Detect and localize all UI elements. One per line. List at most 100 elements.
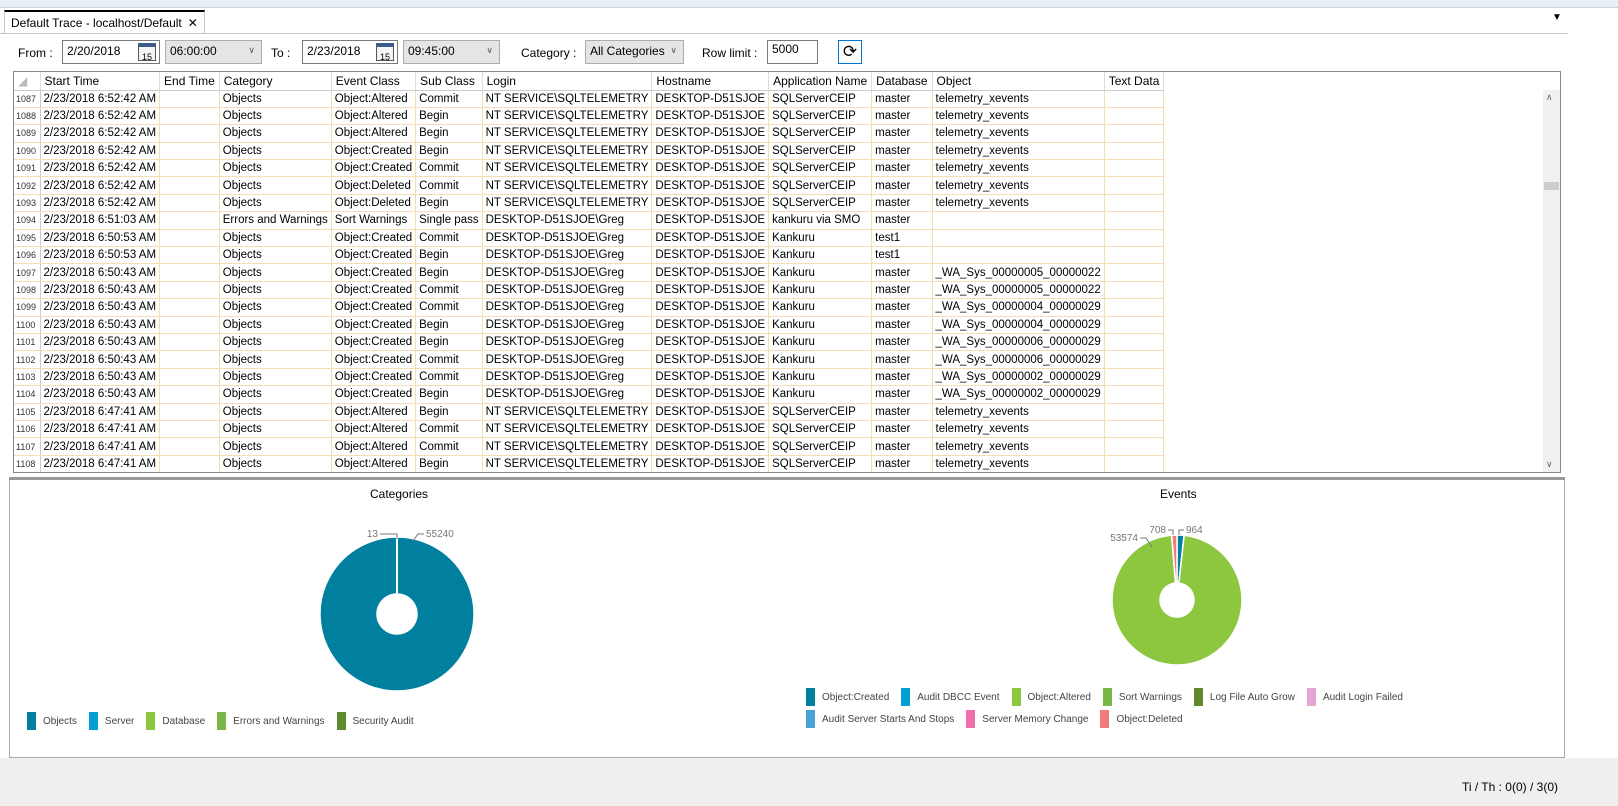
column-header[interactable]: Object [932,72,1105,91]
column-header[interactable]: Start Time [40,72,161,91]
legend-swatch [806,710,815,728]
table-cell: DESKTOP-D51SJOE\Greg [482,350,653,369]
table-cell [1104,333,1165,352]
table-cell: Sort Warnings [331,211,417,230]
column-header[interactable]: Hostname [651,72,770,91]
row-limit-input[interactable]: 5000 [767,40,818,64]
column-header[interactable]: Event Class [331,72,417,91]
legend-item[interactable]: Server [88,710,134,732]
table-cell [159,403,220,421]
table-cell: Begin [415,455,483,472]
legend-item[interactable]: Server Memory Change [966,708,1088,730]
table-row[interactable]: 1102 2/23/2018 6:50:43 AM Objects Object:Cr… [14,350,1165,369]
donut-hole [377,594,417,634]
legend-item[interactable]: Security Audit [336,710,414,732]
table-cell: 2/23/2018 6:47:41 AM [40,403,161,421]
close-icon[interactable]: ✕ [188,16,198,30]
table-row[interactable]: 1104 2/23/2018 6:50:43 AM Objects Object:Cr… [14,385,1165,404]
table-cell: Kankuru [768,385,873,404]
legend-item[interactable]: Object:Altered [1011,686,1091,708]
calendar-icon[interactable]: 15 [376,43,394,62]
from-label: From : [18,46,53,60]
tab-menu-dropdown-icon[interactable]: ▼ [1552,12,1562,23]
table-cell: 2/23/2018 6:50:43 AM [40,281,161,300]
legend-item[interactable]: Database [146,710,205,732]
to-date-field[interactable]: 2/23/2018 15 [302,40,398,64]
table-cell: Commit [415,159,483,178]
table-row[interactable]: 1089 2/23/2018 6:52:42 AM Objects Object:Al… [14,124,1165,143]
legend-label: Log File Auto Grow [1209,691,1295,703]
table-row[interactable]: 1098 2/23/2018 6:50:43 AM Objects Object:Cr… [14,281,1165,300]
vertical-scrollbar[interactable]: ∧ ∨ [1543,90,1560,472]
table-cell: 2/23/2018 6:50:43 AM [40,350,161,369]
legend-item[interactable]: Errors and Warnings [217,710,325,732]
table-row[interactable]: 1099 2/23/2018 6:50:43 AM Objects Object:Cr… [14,298,1165,317]
table-cell: Objects [219,385,332,404]
table-row[interactable]: 1106 2/23/2018 6:47:41 AM Objects Object:Al… [14,420,1165,439]
table-row[interactable]: 1103 2/23/2018 6:50:43 AM Objects Object:Cr… [14,368,1165,387]
from-date-field[interactable]: 2/20/2018 15 [62,40,160,64]
table-cell: SQLServerCEIP [768,403,873,421]
legend-item[interactable]: Object:Deleted [1100,708,1183,730]
column-header[interactable]: Text Data [1104,72,1165,91]
column-header[interactable]: Application Name [768,72,873,91]
table-row[interactable]: 1094 2/23/2018 6:51:03 AM Errors and Warni… [14,211,1165,230]
refresh-button[interactable]: ⟳ [838,40,862,64]
table-row[interactable]: 1096 2/23/2018 6:50:53 AM Objects Object:Cr… [14,246,1165,265]
legend-item[interactable]: Audit Server Starts And Stops [806,708,954,730]
legend-label: Audit Server Starts And Stops [822,713,955,725]
legend-item[interactable]: Audit DBCC Event [901,686,1000,708]
tab-default-trace[interactable]: Default Trace - localhost/Default ✕ [4,10,205,34]
table-cell: Objects [219,229,332,248]
legend-label: Object:Altered [1027,691,1091,703]
table-row[interactable]: 1100 2/23/2018 6:50:43 AM Objects Object:Cr… [14,316,1165,334]
table-row[interactable]: 1092 2/23/2018 6:52:42 AM Objects Object:De… [14,176,1165,195]
column-header[interactable]: End Time [159,72,220,91]
legend-item[interactable]: Sort Warnings [1102,686,1182,708]
table-cell: _WA_Sys_00000004_00000029 [932,298,1105,317]
table-row[interactable]: 1108 2/23/2018 6:47:41 AM Objects Object:Al… [14,455,1165,472]
table-row[interactable]: 1093 2/23/2018 6:52:42 AM Objects Object:De… [14,194,1165,213]
select-all-corner[interactable]: ◢ [14,72,41,91]
category-select[interactable]: All Categories ∨ [585,40,684,64]
table-row[interactable]: 1095 2/23/2018 6:50:53 AM Objects Object:Cr… [14,229,1165,248]
table-cell: Begin [415,263,483,282]
column-header[interactable]: Sub Class [415,72,483,91]
table-row[interactable]: 1101 2/23/2018 6:50:43 AM Objects Object:Cr… [14,333,1165,352]
table-row[interactable]: 1097 2/23/2018 6:50:43 AM Objects Object:Cr… [14,263,1165,282]
row-number: 1097 [14,263,41,282]
table-row[interactable]: 1090 2/23/2018 6:52:42 AM Objects Object:Cr… [14,142,1165,161]
legend-item[interactable]: Log File Auto Grow [1193,686,1295,708]
table-cell: Objects [219,316,332,334]
table-cell [159,176,220,195]
table-cell: DESKTOP-D51SJOE [651,142,770,161]
table-row[interactable]: 1088 2/23/2018 6:52:42 AM Objects Object:Al… [14,107,1165,126]
table-cell: Object:Created [331,316,417,334]
calendar-icon[interactable]: 15 [138,43,156,62]
table-cell: DESKTOP-D51SJOE\Greg [482,368,653,387]
column-header[interactable]: Category [219,72,332,91]
scrollbar-thumb[interactable] [1544,182,1559,190]
legend-label: Objects [43,715,77,727]
scroll-up-icon[interactable]: ∧ [1546,92,1553,103]
table-cell: Kankuru [768,316,873,334]
legend-item[interactable]: Audit Login Failed [1306,686,1403,708]
to-time-select[interactable]: 09:45:00 ∨ [403,40,500,64]
legend-item[interactable]: Object:Created [806,686,889,708]
refresh-icon: ⟳ [842,42,858,61]
table-cell: DESKTOP-D51SJOE [651,176,770,195]
scroll-down-icon[interactable]: ∨ [1546,459,1553,470]
table-row[interactable]: 1087 2/23/2018 6:52:42 AM Objects Object:Al… [14,90,1165,108]
table-row[interactable]: 1091 2/23/2018 6:52:42 AM Objects Object:Cr… [14,159,1165,178]
table-cell: Objects [219,350,332,369]
table-row[interactable]: 1107 2/23/2018 6:47:41 AM Objects Object:Al… [14,437,1165,456]
from-time-select[interactable]: 06:00:00 ∨ [165,40,262,64]
column-header[interactable]: Login [482,72,653,91]
legend-item[interactable]: Objects [27,710,77,732]
table-row[interactable]: 1105 2/23/2018 6:47:41 AM Objects Object:Al… [14,403,1165,421]
column-header[interactable]: Database [871,72,933,91]
table-cell: Objects [219,420,332,439]
table-cell: Object:Altered [331,403,417,421]
table-cell: Kankuru [768,246,873,265]
table-cell: Objects [219,368,332,387]
